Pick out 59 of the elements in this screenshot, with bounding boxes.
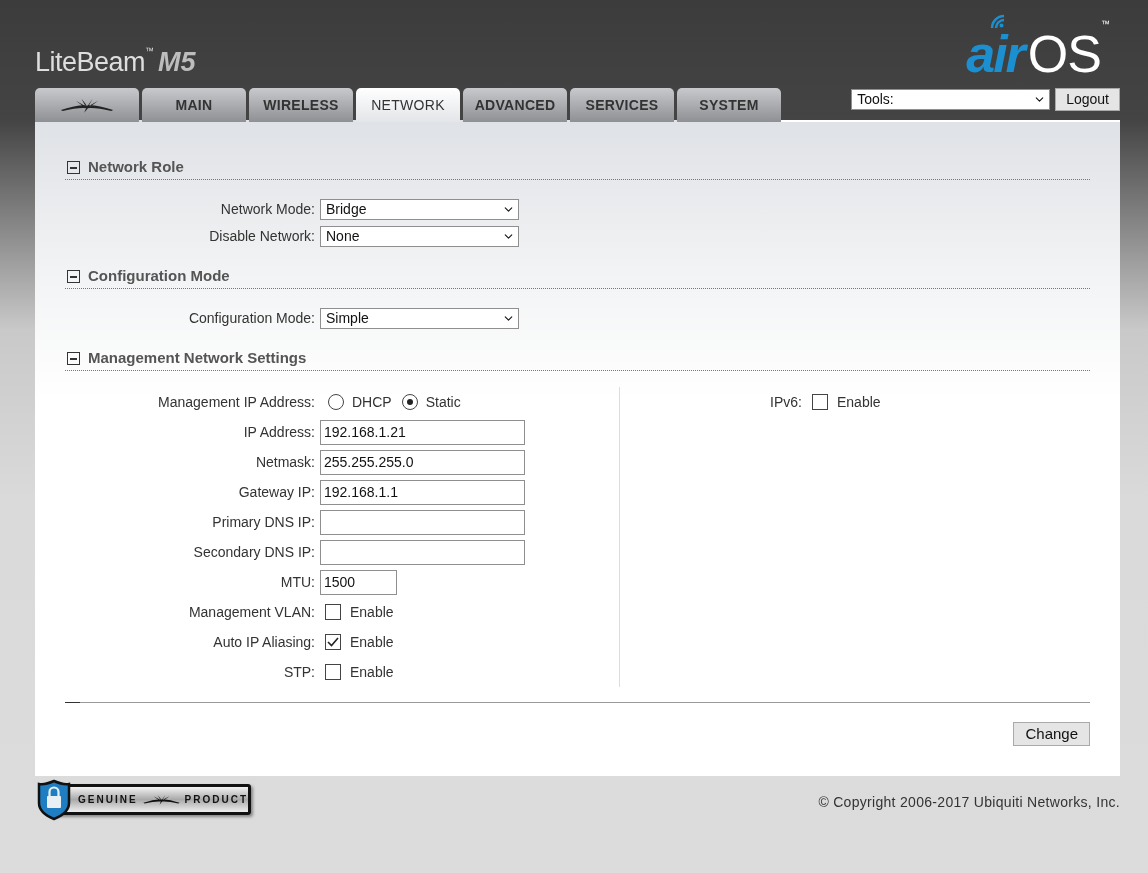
radio-button[interactable] (401, 394, 418, 410)
radio-button[interactable] (328, 394, 344, 410)
copyright-text: © Copyright 2006-2017 Ubiquiti Networks, Inc. (818, 793, 1120, 812)
nav-tab[interactable]: ADVANCED (463, 88, 567, 122)
shield-lock-icon (36, 779, 72, 821)
radio-label: Static (425, 392, 461, 412)
field-label: IP Address: (243, 422, 315, 442)
nav-tab[interactable]: WIRELESS (249, 88, 353, 122)
section-title: Network Role (88, 157, 184, 178)
collapse-icon[interactable] (67, 270, 80, 283)
field-label: STP: (283, 662, 315, 682)
brand-name: OS (1027, 32, 1101, 76)
home-tab[interactable] (35, 88, 139, 122)
nav-tab[interactable]: SYSTEM (677, 88, 781, 122)
checkbox-label: Enable (350, 602, 394, 622)
dropdown[interactable]: Bridge (320, 199, 519, 220)
text-field[interactable]: 255.255.255.0 (320, 449, 525, 475)
nav-tab[interactable]: SERVICES (570, 88, 674, 122)
checkbox[interactable] (325, 664, 341, 680)
trademark: ™ (1101, 18, 1110, 31)
field-label: Gateway IP: (238, 482, 315, 502)
radio-label: DHCP (352, 392, 392, 412)
field-label: Configuration Mode: (188, 309, 315, 328)
field-label: Management IP Address: (158, 392, 315, 412)
nav-tab[interactable]: MAIN (142, 88, 246, 122)
text-field[interactable]: 1500 (320, 569, 397, 595)
field-label: Disable Network: (209, 227, 315, 246)
field-label: MTU: (280, 572, 315, 592)
field-label: Primary DNS IP: (212, 512, 315, 532)
text-field[interactable] (320, 539, 525, 565)
text-field[interactable]: 192.168.1.21 (320, 419, 525, 445)
product-name: LiteBeam (35, 46, 146, 79)
field-label: Network Mode: (220, 200, 315, 219)
checkbox[interactable] (325, 634, 341, 650)
checkbox-label: Enable (837, 392, 881, 412)
checkbox[interactable] (325, 604, 341, 620)
checkbox[interactable] (812, 394, 828, 410)
checkmark-icon (327, 637, 339, 647)
section-title: Configuration Mode (88, 266, 230, 287)
text-field[interactable]: 192.168.1.1 (320, 479, 525, 505)
checkbox-label: Enable (350, 632, 394, 652)
collapse-icon[interactable] (67, 352, 80, 365)
nav-tab[interactable]: NETWORK (356, 88, 460, 122)
field-label: Management VLAN: (188, 602, 315, 622)
dropdown[interactable]: Simple (320, 308, 519, 329)
field-label: Secondary DNS IP: (193, 542, 315, 562)
field-label: IPv6: (770, 392, 802, 412)
text-field[interactable] (320, 509, 525, 535)
section-title: Management Network Settings (88, 348, 307, 369)
trademark: ™ (145, 45, 155, 58)
change-button[interactable]: Change (1013, 722, 1090, 746)
logout-button[interactable]: Logout (1055, 88, 1120, 111)
field-label: Auto IP Aliasing: (213, 632, 315, 652)
dropdown[interactable]: None (320, 226, 519, 247)
tools-dropdown[interactable]: Tools: (851, 89, 1051, 110)
model-name: M5 (158, 46, 196, 79)
field-label: Netmask: (255, 452, 315, 472)
collapse-icon[interactable] (67, 161, 80, 174)
checkbox-label: Enable (350, 662, 394, 682)
